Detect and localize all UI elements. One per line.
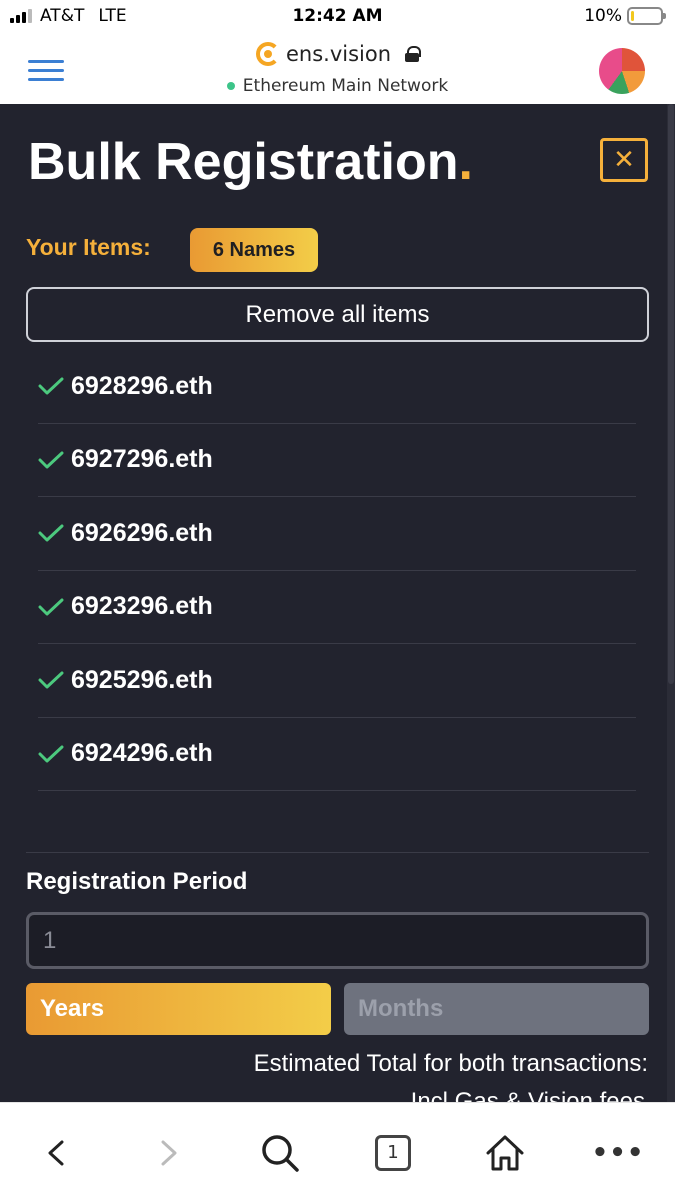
- section-divider: [26, 852, 649, 853]
- search-icon: [262, 1135, 299, 1172]
- home-icon: [486, 1135, 524, 1171]
- check-icon: [38, 671, 64, 689]
- page-title-text: Bulk Registration: [28, 133, 459, 191]
- name-text: 6924296.eth: [71, 739, 213, 768]
- check-icon: [38, 377, 64, 395]
- name-text: 6923296.eth: [71, 592, 213, 621]
- months-button[interactable]: Months: [344, 983, 649, 1035]
- network-name: Ethereum Main Network: [242, 76, 449, 96]
- list-item: 6924296.eth: [38, 718, 636, 791]
- site-header: ens.vision Ethereum Main Network: [0, 36, 675, 104]
- names-count-badge: 6 Names: [190, 228, 318, 272]
- registration-period-input[interactable]: 1: [26, 912, 649, 969]
- battery-icon: [627, 7, 666, 25]
- list-item: 6926296.eth: [38, 497, 636, 571]
- browser-toolbar: 1 •••: [0, 1102, 675, 1200]
- forward-icon: [161, 1140, 177, 1166]
- list-item: 6923296.eth: [38, 571, 636, 644]
- more-icon: •••: [591, 1138, 645, 1168]
- name-text: 6925296.eth: [71, 665, 213, 694]
- your-items-label: Your Items:: [26, 234, 151, 260]
- back-button[interactable]: [35, 1131, 79, 1175]
- tabs-icon: 1: [375, 1135, 411, 1171]
- remove-all-button[interactable]: Remove all items: [26, 287, 649, 342]
- name-text: 6928296.eth: [71, 371, 213, 400]
- clock-text: 12:42 AM: [292, 6, 383, 26]
- scrollbar-thumb[interactable]: [668, 104, 674, 684]
- close-icon: ✕: [613, 145, 635, 175]
- estimated-fees-label: Incl Gas & Vision fees: [410, 1088, 645, 1102]
- check-icon: [38, 745, 64, 763]
- check-icon: [38, 451, 64, 469]
- status-bar: AT&T LTE 12:42 AM 10%: [0, 0, 675, 36]
- back-icon: [48, 1140, 64, 1166]
- network-indicator: Ethereum Main Network: [0, 76, 675, 96]
- lock-icon: [405, 46, 422, 62]
- close-button[interactable]: ✕: [600, 138, 648, 182]
- more-button[interactable]: •••: [592, 1131, 644, 1175]
- tabs-button[interactable]: 1: [371, 1131, 415, 1175]
- check-icon: [38, 598, 64, 616]
- ens-logo-icon: [255, 42, 280, 66]
- site-title: ens.vision: [0, 42, 675, 71]
- name-text: 6927296.eth: [71, 445, 213, 474]
- page-title-dot: .: [458, 133, 473, 191]
- avatar[interactable]: [599, 48, 645, 94]
- site-name: ens.vision: [285, 42, 392, 66]
- list-item: 6925296.eth: [38, 644, 636, 718]
- search-button[interactable]: [258, 1131, 302, 1175]
- name-text: 6926296.eth: [71, 518, 213, 547]
- home-button[interactable]: [483, 1131, 527, 1175]
- status-right: 10%: [584, 6, 666, 26]
- check-icon: [38, 524, 64, 542]
- list-item: 6928296.eth: [38, 350, 636, 424]
- scrollbar[interactable]: [667, 104, 675, 1102]
- years-button[interactable]: Years: [26, 983, 331, 1035]
- list-item: 6927296.eth: [38, 424, 636, 497]
- estimated-total-label: Estimated Total for both transactions:: [253, 1050, 648, 1077]
- battery-fill: [631, 11, 634, 21]
- battery-percent-text: 10%: [584, 6, 622, 26]
- network-status-dot: [226, 82, 235, 90]
- registration-period-label: Registration Period: [26, 868, 248, 895]
- forward-button[interactable]: [146, 1131, 190, 1175]
- bulk-registration-panel: Bulk Registration. ✕ Your Items: 6 Names…: [0, 104, 675, 1102]
- page-title: Bulk Registration.: [28, 132, 473, 192]
- names-list: 6928296.eth 6927296.eth 6926296.eth 6923296…: [38, 350, 636, 791]
